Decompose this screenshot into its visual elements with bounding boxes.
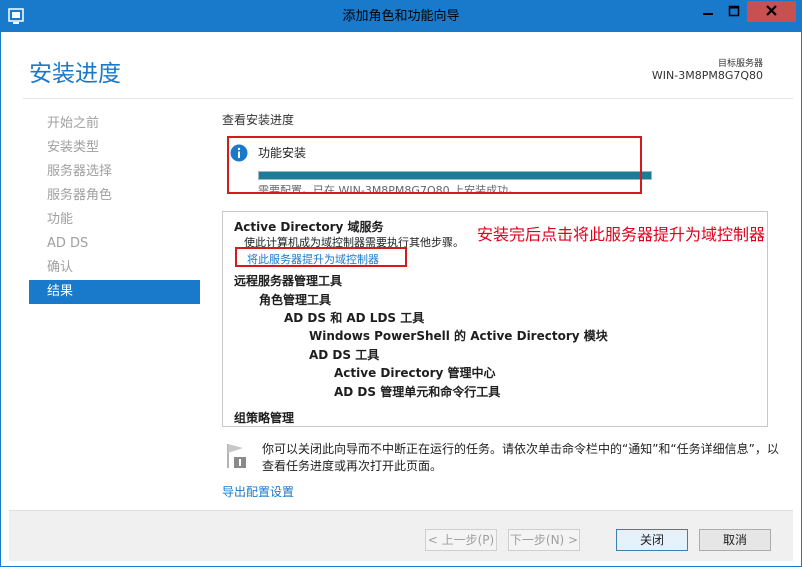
wizard-window: 添加角色和功能向导 安装进度 目标服务器 WIN-3M8PM8G7Q80 开始之… bbox=[0, 0, 802, 567]
nav-item-confirmation[interactable]: 确认 bbox=[29, 256, 200, 280]
section-label: 查看安装进度 bbox=[222, 113, 295, 127]
window-title: 添加角色和功能向导 bbox=[342, 9, 460, 24]
status-title: 功能安装 bbox=[258, 146, 307, 160]
close-window-button[interactable] bbox=[747, 1, 796, 22]
ad-powershell-item: Windows PowerShell 的 Active Directory 模块 bbox=[309, 329, 608, 343]
nav-item-results[interactable]: 结果 bbox=[29, 280, 200, 304]
ad-admin-center-item: Active Directory 管理中心 bbox=[334, 366, 496, 380]
group-policy-item: 组策略管理 bbox=[234, 411, 295, 425]
cancel-button[interactable]: 取消 bbox=[699, 529, 771, 551]
header-divider bbox=[23, 98, 793, 99]
ad-ds-description: 使此计算机成为域控制器需要执行其他步骤。 bbox=[244, 236, 464, 249]
nav-item-installation-type[interactable]: 安装类型 bbox=[29, 136, 200, 160]
nav-item-ad-ds[interactable]: AD DS bbox=[29, 232, 200, 256]
progress-fill bbox=[259, 172, 651, 179]
adds-tools-item: AD DS 工具 bbox=[309, 348, 380, 362]
nav-item-features[interactable]: 功能 bbox=[29, 208, 200, 232]
task-flag-icon bbox=[227, 444, 246, 468]
target-server-label: 目标服务器 bbox=[717, 59, 763, 69]
maximize-button[interactable] bbox=[721, 1, 747, 22]
nav-item-before-you-begin[interactable]: 开始之前 bbox=[29, 112, 200, 136]
maximize-icon bbox=[728, 5, 740, 17]
next-button[interactable]: 下一步(N) > bbox=[508, 529, 580, 551]
minimize-icon bbox=[703, 13, 713, 15]
nav-item-server-selection[interactable]: 服务器选择 bbox=[29, 160, 200, 184]
rsat-heading: 远程服务器管理工具 bbox=[234, 274, 343, 288]
promote-dc-link[interactable]: 将此服务器提升为域控制器 bbox=[247, 251, 379, 267]
nav-item-server-roles[interactable]: 服务器角色 bbox=[29, 184, 200, 208]
page-title: 安装进度 bbox=[29, 61, 121, 87]
wizard-content: 安装进度 目标服务器 WIN-3M8PM8G7Q80 开始之前 安装类型 服务器… bbox=[9, 32, 793, 561]
ad-ds-heading: Active Directory 域服务 bbox=[234, 220, 384, 234]
adds-adlds-tools-item: AD DS 和 AD LDS 工具 bbox=[284, 311, 425, 325]
minimize-button[interactable] bbox=[695, 1, 721, 22]
close-icon bbox=[766, 5, 777, 16]
title-bar[interactable]: 添加角色和功能向导 bbox=[1, 1, 801, 32]
target-server-name: WIN-3M8PM8G7Q80 bbox=[651, 69, 763, 82]
notice-text: 你可以关闭此向导而不中断正在运行的任务。请依次单击命令栏中的“通知”和“任务详细… bbox=[262, 442, 779, 473]
previous-button[interactable]: < 上一步(P) bbox=[425, 529, 497, 551]
progress-bar bbox=[258, 171, 652, 180]
wizard-nav: 开始之前 安装类型 服务器选择 服务器角色 功能 AD DS 确认 结果 bbox=[29, 112, 200, 304]
close-button[interactable]: 关闭 bbox=[616, 529, 688, 551]
adds-snapins-item: AD DS 管理单元和命令行工具 bbox=[334, 385, 501, 399]
installation-status: 功能安装 需要配置。已在 WIN-3M8PM8G7Q80 上安装成功。 bbox=[227, 136, 652, 194]
role-tools-item: 角色管理工具 bbox=[259, 293, 332, 307]
export-config-link[interactable]: 导出配置设置 bbox=[222, 483, 294, 500]
status-detail: 需要配置。已在 WIN-3M8PM8G7Q80 上安装成功。 bbox=[258, 184, 520, 194]
info-icon bbox=[230, 144, 248, 162]
red-annotation: 安装完后点击将此服务器提升为域控制器 bbox=[477, 225, 766, 244]
